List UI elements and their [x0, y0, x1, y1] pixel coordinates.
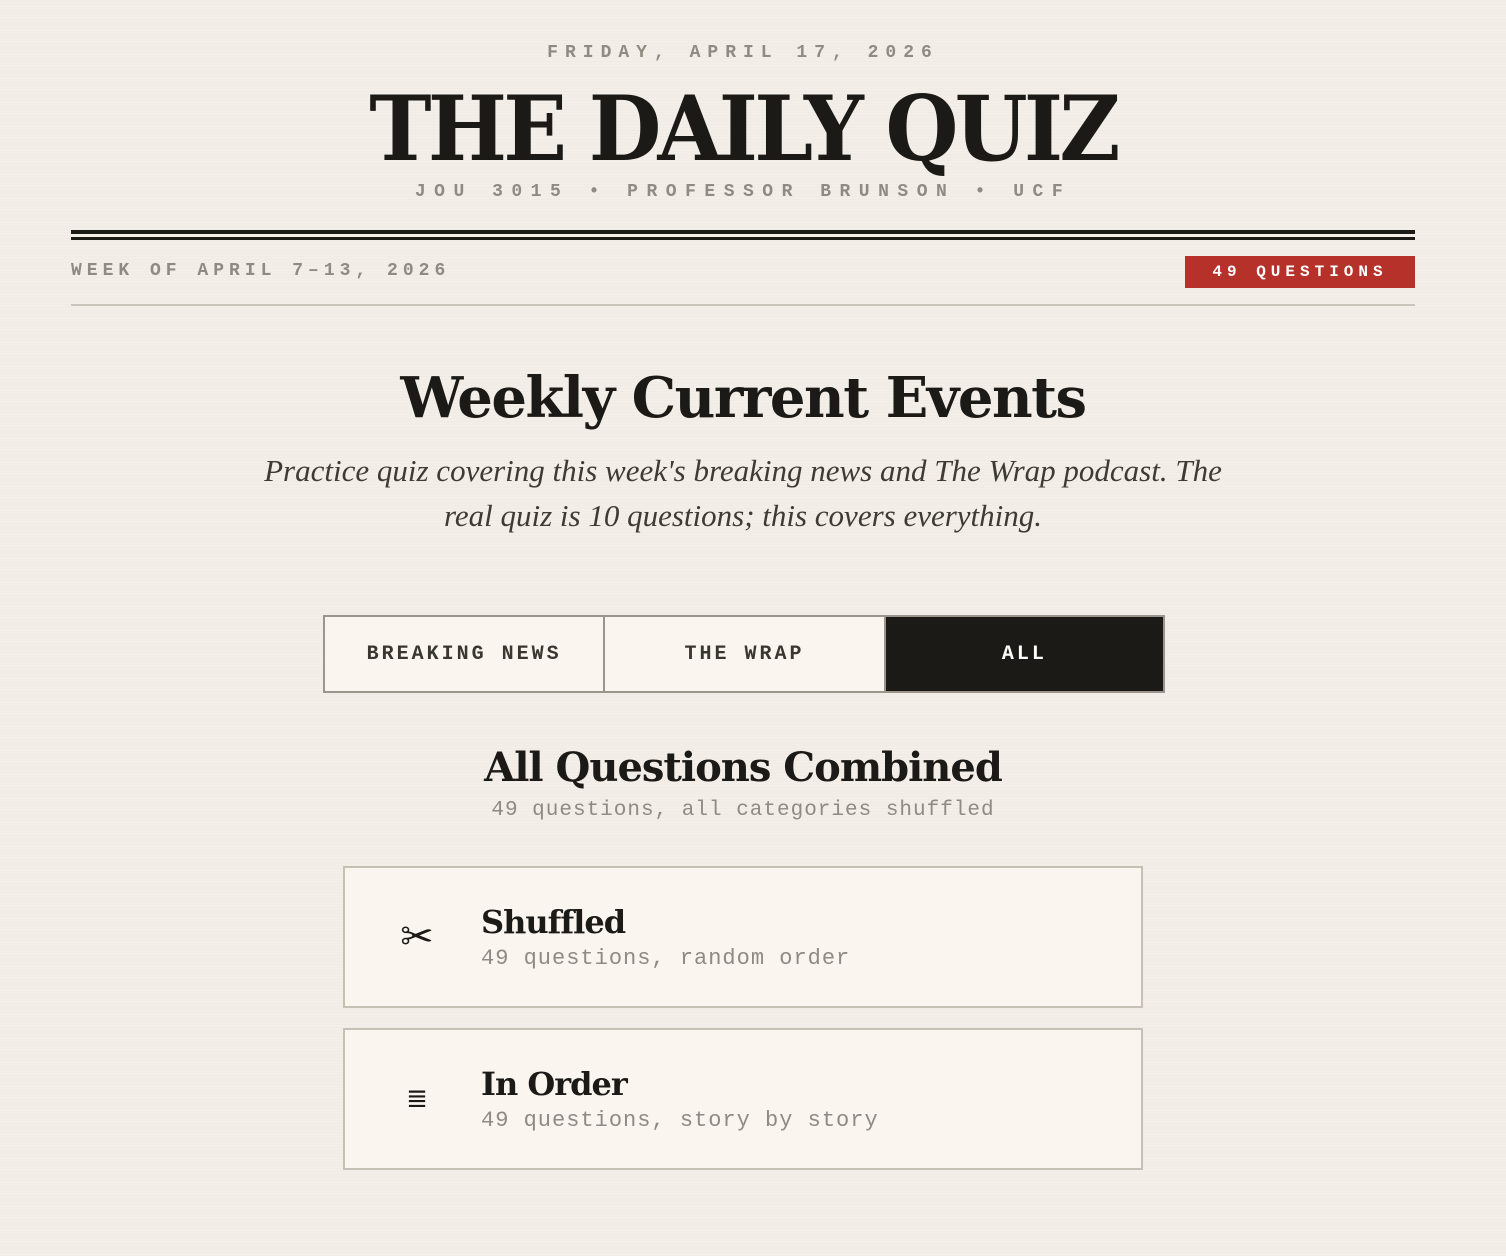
- week-label: WEEK OF APRIL 7–13, 2026: [71, 261, 451, 281]
- list-icon: ≣: [406, 1084, 428, 1114]
- page-description: Practice quiz covering this week's break…: [264, 453, 1222, 533]
- shuffled-option-card[interactable]: ✂ Shuffled 49 questions, random order: [343, 866, 1143, 1008]
- question-count-badge: 49 QUESTIONS: [1185, 256, 1415, 288]
- site-title: THE DAILY QUIZ: [369, 76, 1120, 182]
- category-tabs: BREAKING NEWS THE WRAP ALL: [323, 615, 1165, 693]
- tab-breaking-news[interactable]: BREAKING NEWS: [325, 617, 604, 691]
- tab-all[interactable]: ALL: [883, 617, 1163, 691]
- masthead-rule-thin: [71, 237, 1415, 240]
- option-description: 49 questions, story by story: [481, 1108, 879, 1133]
- course-line: JOU 3015 • PROFESSOR BRUNSON • UCF: [414, 182, 1072, 202]
- masthead-rule-thick: [71, 230, 1415, 234]
- mode-subtitle: 49 questions, all categories shuffled: [491, 799, 995, 822]
- option-title: In Order: [481, 1065, 628, 1103]
- section-divider: [71, 304, 1415, 306]
- scissors-icon: ✂: [400, 914, 434, 960]
- mode-title: All Questions Combined: [484, 744, 1003, 791]
- tab-the-wrap[interactable]: THE WRAP: [603, 617, 884, 691]
- option-description: 49 questions, random order: [481, 946, 851, 971]
- dateline: FRIDAY, APRIL 17, 2026: [547, 43, 939, 63]
- in-order-option-card[interactable]: ≣ In Order 49 questions, story by story: [343, 1028, 1143, 1170]
- option-title: Shuffled: [481, 903, 626, 941]
- page-title: Weekly Current Events: [400, 365, 1087, 431]
